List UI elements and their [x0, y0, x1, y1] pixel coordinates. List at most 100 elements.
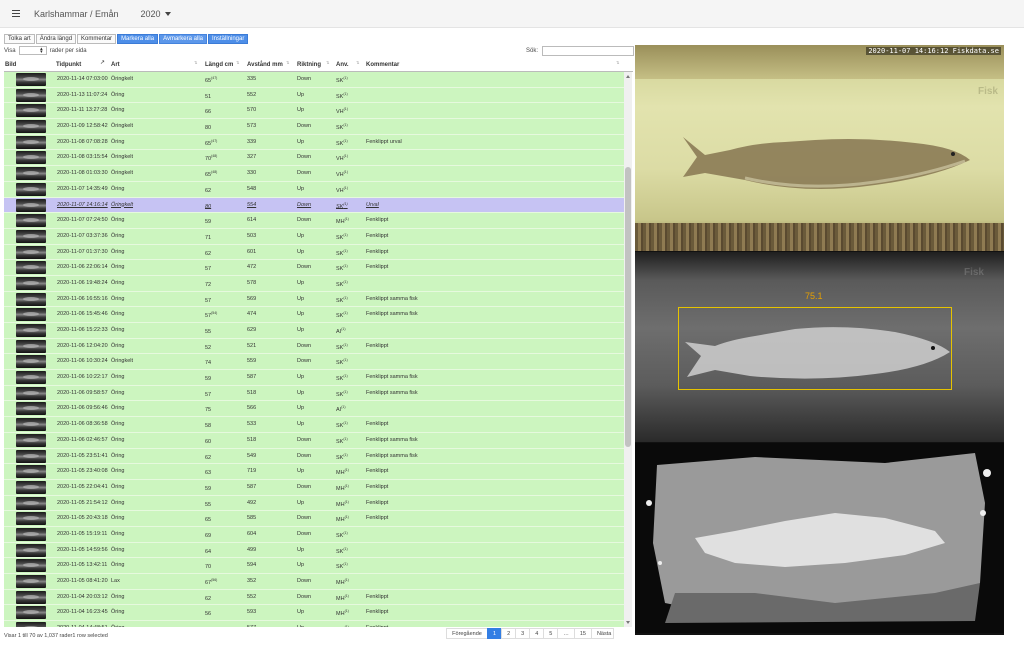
- col-species[interactable]: Art: [111, 62, 120, 68]
- table-row[interactable]: 2020-11-05 22:04:41 Öring 59 587 Down MH(1) Fe…: [4, 479, 624, 496]
- table-row[interactable]: 2020-11-05 20:43:18 Öring 65 585 Down MH(1) Fe…: [4, 511, 624, 527]
- page-button[interactable]: 2: [501, 628, 517, 639]
- select-all-button[interactable]: Markera alla: [117, 34, 159, 44]
- sort-icon[interactable]: ⇅: [356, 60, 359, 65]
- table-row[interactable]: 2020-11-05 21:54:12 Öring 55 492 Up MH(1) Fenk…: [4, 495, 624, 512]
- thumbnail-image[interactable]: [16, 433, 46, 447]
- thumbnail-image[interactable]: [16, 480, 46, 494]
- table-row[interactable]: 2020-11-08 07:08:28 Öring 65(47) 339 Up SK(1)…: [4, 134, 624, 151]
- interpret-species-button[interactable]: Tolka art: [4, 34, 35, 44]
- thumbnail-image[interactable]: [16, 214, 46, 228]
- thumbnail-image[interactable]: [16, 575, 46, 588]
- sort-icon[interactable]: ⇅: [616, 60, 619, 65]
- table-row[interactable]: 2020-11-06 10:30:24 Öringkelt 74 559 Down SK(…: [4, 354, 624, 371]
- page-button[interactable]: 5: [543, 628, 559, 639]
- breadcrumb[interactable]: Karlshammar / Emån: [34, 9, 119, 19]
- table-row[interactable]: 2020-11-07 07:24:50 Öring 59 614 Down MH(1) Fe…: [4, 213, 624, 229]
- deselect-all-button[interactable]: Avmarkera alla: [159, 34, 207, 44]
- thumbnail-image[interactable]: [16, 371, 46, 385]
- next-page-button[interactable]: Nästa: [590, 628, 614, 639]
- thumbnail-image[interactable]: [16, 104, 46, 118]
- search-input[interactable]: [542, 46, 635, 56]
- table-row[interactable]: 2020-11-08 01:03:30 Öringkelt 65(48) 330 Dow…: [4, 166, 624, 182]
- thumbnail-image[interactable]: [16, 292, 46, 306]
- table-row[interactable]: 2020-11-14 07:03:00 Öringkelt 65(47) 335 Dow…: [4, 72, 624, 88]
- table-row[interactable]: 2020-11-06 15:22:33 Öring 55 629 Up AI(1): [4, 323, 624, 339]
- scroll-up-icon[interactable]: [626, 75, 630, 78]
- thumbnail-image[interactable]: [16, 622, 46, 627]
- table-row[interactable]: 2020-11-06 12:04:20 Öring 52 521 Down SK(1) Fe…: [4, 338, 624, 355]
- table-row[interactable]: 2020-11-05 13:42:11 Öring 70 594 Up SK(1): [4, 558, 624, 574]
- page-length-select[interactable]: ▴ ▾: [18, 46, 47, 55]
- page-button[interactable]: 1: [487, 628, 503, 639]
- thumbnail-image[interactable]: [16, 355, 46, 369]
- thumbnail-image[interactable]: [16, 527, 46, 541]
- col-comment[interactable]: Kommentar: [366, 62, 399, 68]
- table-row[interactable]: 2020-11-06 19:48:24 Öring 72 578 Up SK(1): [4, 275, 624, 292]
- scroll-down-icon[interactable]: [626, 621, 630, 624]
- prev-page-button[interactable]: Föregående: [446, 628, 488, 639]
- table-row[interactable]: 2020-11-06 09:58:57 Öring 57 518 Up SK(1) Fenk…: [4, 385, 624, 402]
- thumbnail-image[interactable]: [16, 88, 46, 102]
- thumbnail-image[interactable]: [16, 606, 46, 620]
- page-button[interactable]: 15: [573, 628, 592, 639]
- thumbnail-image[interactable]: [16, 151, 46, 165]
- table-row[interactable]: 2020-11-04 16:23:45 Öring 56 593 Up MH(1) Fenk…: [4, 605, 624, 622]
- table-row[interactable]: 2020-11-06 22:06:14 Öring 57 472 Down SK(1) Fe…: [4, 260, 624, 276]
- change-length-button[interactable]: Ändra längd: [35, 34, 77, 44]
- thumbnail-image[interactable]: [16, 182, 46, 196]
- table-row[interactable]: 2020-11-04 14:48:51Öring 61 577 Up MH(1) Fenk…: [4, 621, 624, 627]
- table-row[interactable]: 2020-11-13 11:07:24 Öring 51 552 Up SK(1): [4, 87, 624, 104]
- thumbnail-image[interactable]: [16, 339, 46, 353]
- thumbnail-image[interactable]: [16, 324, 46, 337]
- table-row[interactable]: 2020-11-09 12:58:42 Öringkelt 80 573 Down SK(…: [4, 119, 624, 135]
- table-row[interactable]: 2020-11-07 03:37:36 Öring 71 503 Up SK(1) Fenk…: [4, 228, 624, 245]
- sort-icon[interactable]: ⇅: [194, 60, 197, 65]
- thumbnail-image[interactable]: [16, 449, 46, 463]
- scrollbar-thumb[interactable]: [625, 167, 631, 447]
- thumbnail-image[interactable]: [16, 120, 46, 134]
- thumbnail-image[interactable]: [16, 261, 46, 275]
- thumbnail-image[interactable]: [16, 276, 46, 290]
- col-image[interactable]: Bild: [5, 62, 16, 68]
- thumbnail-image[interactable]: [16, 496, 46, 510]
- thumbnail-image[interactable]: [16, 245, 46, 259]
- thumbnail-image[interactable]: [16, 590, 46, 604]
- thumbnail-image[interactable]: [16, 308, 46, 322]
- comment-button[interactable]: Kommentar: [77, 34, 117, 44]
- thumbnail-image[interactable]: [16, 229, 46, 243]
- thumbnail-image[interactable]: [16, 198, 46, 212]
- table-row[interactable]: 2020-11-05 08:41:20 Lax 67(56) 352 Down MH(1): [4, 574, 624, 590]
- thumbnail-image[interactable]: [16, 167, 46, 181]
- thumbnail-image[interactable]: [16, 465, 46, 479]
- table-row[interactable]: 2020-11-08 03:15:54 Öringkelt 70(48) 327 Dow…: [4, 150, 624, 167]
- col-user[interactable]: Anv.: [336, 62, 349, 68]
- page-button[interactable]: 3: [515, 628, 531, 639]
- thumbnail-image[interactable]: [16, 559, 46, 573]
- thumbnail-image[interactable]: [16, 543, 46, 557]
- sort-icon[interactable]: ⇅: [286, 60, 289, 65]
- thumbnail-image[interactable]: [16, 73, 46, 86]
- year-selector[interactable]: 2020: [141, 9, 171, 19]
- table-row[interactable]: 2020-11-05 23:51:41 Öring 62 549 Down SK(1) Fe…: [4, 448, 624, 465]
- col-length[interactable]: Längd cm: [205, 62, 233, 68]
- thumbnail-image[interactable]: [16, 418, 46, 432]
- table-scrollbar[interactable]: [624, 72, 632, 627]
- thumbnail-image[interactable]: [16, 512, 46, 526]
- table-row[interactable]: 2020-11-06 08:36:58 Öring 58 533 Up SK(1) Fenk…: [4, 417, 624, 433]
- col-direction[interactable]: Riktning: [297, 62, 321, 68]
- table-row[interactable]: 2020-11-11 13:27:28 Öring 66 570 Up VH(1): [4, 103, 624, 120]
- thumbnail-image[interactable]: [16, 135, 46, 149]
- sort-icon[interactable]: ⇅: [326, 60, 329, 65]
- menu-icon[interactable]: [12, 10, 20, 17]
- thumbnail-image[interactable]: [16, 402, 46, 416]
- table-row[interactable]: 2020-11-07 14:35:49 Öring 62 548 Up VH(1): [4, 181, 624, 198]
- sort-icon[interactable]: ⇅: [236, 60, 239, 65]
- table-row[interactable]: 2020-11-07 14:16:14 Öringkelt 80 554 Down SK(…: [4, 197, 624, 214]
- table-row[interactable]: 2020-11-06 10:22:17 Öring 59 587 Up SK(1) Fenk…: [4, 370, 624, 386]
- table-row[interactable]: 2020-11-06 15:45:46 Öring 57(54) 474 Up SK(1)…: [4, 307, 624, 323]
- col-time[interactable]: Tidpunkt: [56, 62, 81, 68]
- table-row[interactable]: 2020-11-05 15:19:11 Öring 69 604 Down SK(1): [4, 526, 624, 543]
- table-row[interactable]: 2020-11-06 16:55:16 Öring 57 569 Up SK(1) Fenk…: [4, 291, 624, 308]
- table-row[interactable]: 2020-11-07 01:37:30 Öring 62 601 Up SK(1) Fenk…: [4, 244, 624, 261]
